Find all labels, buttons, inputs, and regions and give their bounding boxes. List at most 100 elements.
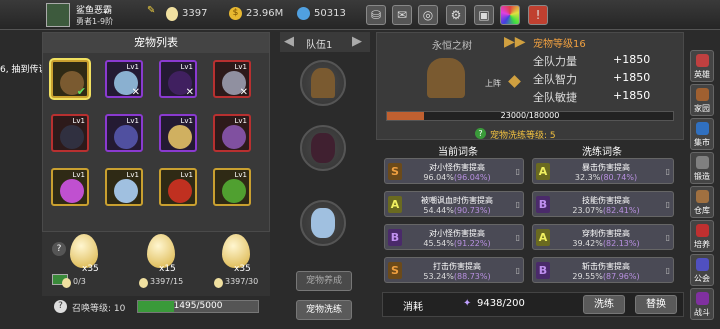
color-wheel-icon[interactable] <box>500 5 520 25</box>
notice-icon[interactable]: ! <box>528 5 548 25</box>
pet-sprite <box>114 125 138 149</box>
pet-develop-button[interactable]: 宠物养成 <box>296 271 352 291</box>
wash-level: 宠物洗练等级: 5 <box>490 131 556 141</box>
pet-level: 宠物等级16 <box>533 39 586 50</box>
side-menu-icon <box>696 224 709 237</box>
attr-card[interactable]: A 暴击伤害提高 32.3%(80.74%) ▯ <box>532 158 674 184</box>
info-icon[interactable]: ? <box>52 242 66 256</box>
summon-egg[interactable] <box>70 234 98 268</box>
attr-card[interactable]: S 对小怪伤害提高 96.04%(96.04%) ▯ <box>384 158 524 184</box>
summon-egg[interactable] <box>222 234 250 268</box>
pet-refine-button[interactable]: 宠物洗练 <box>296 300 352 320</box>
lock-icon[interactable]: ▯ <box>516 200 520 209</box>
attr-current-value: 23.07% <box>572 206 603 215</box>
remove-icon[interactable]: ✕ <box>240 87 248 98</box>
grade-badge: B <box>388 229 402 246</box>
pet-tile[interactable]: ✔ <box>51 60 89 98</box>
pet-tile[interactable]: Lv1 <box>213 168 251 206</box>
grade-badge: A <box>388 196 402 213</box>
pet-level-badge: Lv1 <box>126 171 140 179</box>
attr-value: 29.55%(87.96%) <box>553 272 659 281</box>
pet-tile[interactable]: Lv1 <box>105 114 143 152</box>
grade-badge: B <box>536 262 550 279</box>
pet-tile[interactable]: Lv1 <box>213 114 251 152</box>
pet-tile[interactable]: Lv1 <box>159 168 197 206</box>
attr-name: 斩击伤害提高 <box>582 262 630 271</box>
lock-icon[interactable]: ▯ <box>666 167 670 176</box>
attr-name: 穿刺伤害提高 <box>582 229 630 238</box>
attr-max-value: (82.13%) <box>602 239 640 248</box>
lock-icon[interactable]: ▯ <box>666 233 670 242</box>
edit-icon[interactable]: ✎ <box>147 5 155 16</box>
attr-card[interactable]: A 穿刺伤害提高 39.42%(82.13%) ▯ <box>532 224 674 250</box>
egg-currency-icon <box>214 278 223 288</box>
attr-card[interactable]: A 被嘲讽血时伤害提高 54.44%(90.73%) ▯ <box>384 191 524 217</box>
grade-badge: S <box>388 262 402 279</box>
side-menu-button[interactable]: 集市 <box>690 118 714 150</box>
team-next-icon[interactable]: ▶ <box>352 34 362 49</box>
attr-card[interactable]: B 对小怪伤害提高 45.54%(91.22%) ▯ <box>384 224 524 250</box>
help-icon[interactable]: ? <box>54 300 67 313</box>
settings-icon[interactable]: ⚙ <box>446 5 466 25</box>
shop-icon[interactable]: ⛁ <box>366 5 386 25</box>
team-slot-3[interactable] <box>300 200 346 246</box>
gift-icon[interactable]: ▣ <box>474 5 494 25</box>
wash-button[interactable]: 洗练 <box>583 295 625 314</box>
pet-tile[interactable]: Lv1 <box>51 114 89 152</box>
player-name: 鲨鱼恶霸 <box>76 6 113 16</box>
attr-name: 对小怪伤害提高 <box>429 229 485 238</box>
stat-name: 全队智力 <box>533 73 577 86</box>
pet-tile[interactable]: Lv1 <box>105 168 143 206</box>
side-menu-button[interactable]: 仓库 <box>690 186 714 218</box>
lock-icon[interactable]: ▯ <box>666 266 670 275</box>
summon-egg[interactable] <box>147 234 175 268</box>
pet-level-badge: Lv1 <box>180 117 194 125</box>
pet-tile[interactable]: Lv1 ✕ <box>105 60 143 98</box>
egg-progress: 3397/15 <box>150 277 184 286</box>
side-menu-label: 英雄 <box>694 70 710 79</box>
lock-icon[interactable]: ▯ <box>516 167 520 176</box>
egg-currency-icon <box>166 7 178 21</box>
pet-tile[interactable]: Lv1 ✕ <box>213 60 251 98</box>
attr-current-value: 53.24% <box>423 272 454 281</box>
lock-icon[interactable]: ▯ <box>666 200 670 209</box>
remove-icon[interactable]: ✕ <box>186 87 194 98</box>
pet-status: 上阵 <box>485 79 501 88</box>
mail-icon[interactable]: ✉ <box>392 5 412 25</box>
egg-area: ? x35 0/3 x15 3397/15 x35 3397/30 <box>42 232 270 296</box>
pet-tile[interactable]: Lv1 <box>51 168 89 206</box>
gamepad-icon[interactable]: ◎ <box>418 5 438 25</box>
attr-card[interactable]: B 技能伤害提高 23.07%(82.41%) ▯ <box>532 191 674 217</box>
replace-button[interactable]: 替换 <box>635 295 677 314</box>
attr-current-value: 32.3% <box>574 173 601 182</box>
stat-value: +1850 <box>613 89 651 102</box>
side-menu-button[interactable]: 英雄 <box>690 50 714 82</box>
side-menu-icon <box>696 292 709 305</box>
pet-tile[interactable]: Lv1 <box>159 114 197 152</box>
side-menu-button[interactable]: 家园 <box>690 84 714 116</box>
side-menu-button[interactable]: 公会 <box>690 254 714 286</box>
attr-card[interactable]: S 打击伤害提高 53.24%(88.73%) ▯ <box>384 257 524 283</box>
side-menu-button[interactable]: 战斗 <box>690 288 714 320</box>
side-menu-label: 培养 <box>694 240 710 249</box>
next-pet-icon[interactable]: ▶▶ <box>504 34 526 50</box>
attr-card[interactable]: B 斩击伤害提高 29.55%(87.96%) ▯ <box>532 257 674 283</box>
pet-tile[interactable]: Lv1 ✕ <box>159 60 197 98</box>
lock-icon[interactable]: ▯ <box>516 233 520 242</box>
side-menu-button[interactable]: 锻造 <box>690 152 714 184</box>
side-menu-icon <box>696 258 709 271</box>
player-avatar[interactable] <box>46 3 70 27</box>
team-slot-2[interactable] <box>300 125 346 171</box>
wash-level-help-icon[interactable]: ? <box>475 128 486 139</box>
lock-icon[interactable]: ▯ <box>516 266 520 275</box>
team-slot-1[interactable] <box>300 60 346 106</box>
remove-icon[interactable]: ✕ <box>132 87 140 98</box>
egg-currency-icon <box>62 278 71 288</box>
team-prev-icon[interactable]: ◀ <box>284 34 294 49</box>
side-menu-label: 家园 <box>694 104 710 113</box>
gold-icon: $ <box>229 7 242 20</box>
gold-value: 23.96M <box>246 8 284 19</box>
grade-badge: A <box>536 229 550 246</box>
side-menu-button[interactable]: 培养 <box>690 220 714 252</box>
pet-list-panel: 宠物列表 ✔ Lv1 ✕ Lv1 ✕ Lv1 ✕ Lv1 Lv1 Lv1 Lv1 Lv1 Lv1 Lv1 L… <box>42 32 270 232</box>
